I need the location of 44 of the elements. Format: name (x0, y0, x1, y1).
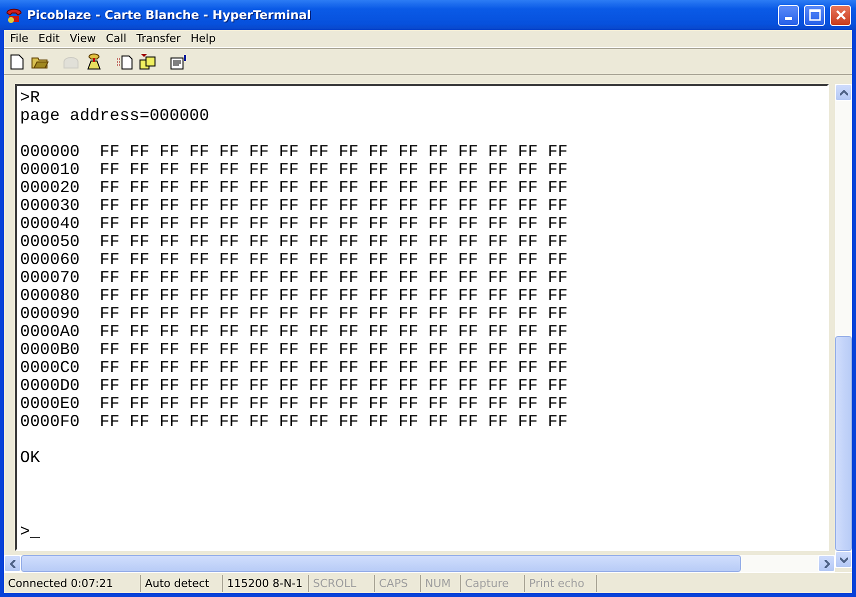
minimize-button[interactable] (778, 4, 799, 26)
terminal-line: page address=000000 (20, 107, 210, 125)
status-pane: 115200 8-N-1 (223, 574, 309, 592)
horizontal-scrollbar[interactable] (4, 555, 835, 572)
menu-item[interactable]: Help (186, 32, 221, 45)
menu-item[interactable]: Edit (33, 32, 65, 45)
terminal-line: 000030 FF FF FF FF FF FF FF FF FF FF FF FF FF FF FF FF (20, 197, 569, 215)
terminal-line: 0000B0 FF FF FF FF FF FF FF FF FF FF FF FF FF FF FF FF (20, 341, 569, 359)
terminal-line: 0000D0 FF FF FF FF FF FF FF FF FF FF FF FF FF FF FF FF (20, 377, 569, 395)
terminal-line: 000060 FF FF FF FF FF FF FF FF FF FF FF FF FF FF FF FF (20, 251, 569, 269)
window-title: Picoblaze - Carte Blanche - HyperTerminal (27, 8, 312, 22)
menu-item[interactable]: Call (100, 32, 132, 45)
terminal-line: 0000C0 FF FF FF FF FF FF FF FF FF FF FF FF FF FF FF FF (20, 359, 569, 377)
terminal-line: 0000F0 FF FF FF FF FF FF FF FF FF FF FF FF FF FF FF FF (20, 413, 569, 431)
menu-item[interactable]: File (5, 32, 34, 45)
terminal-line: 0000E0 FF FF FF FF FF FF FF FF FF FF FF FF FF FF FF FF (20, 395, 569, 413)
terminal-line: 000050 FF FF FF FF FF FF FF FF FF FF FF FF FF FF FF FF (20, 233, 569, 251)
terminal-line: 0000A0 FF FF FF FF FF FF FF FF FF FF FF FF FF FF FF FF (20, 323, 569, 341)
status-pane: NUM (421, 574, 461, 592)
terminal-line: 000070 FF FF FF FF FF FF FF FF FF FF FF FF FF FF FF FF (20, 269, 569, 287)
maximize-icon (808, 9, 820, 21)
status-pane: Print echo (525, 574, 597, 592)
vertical-scrollbar[interactable] (835, 84, 852, 568)
menu-item[interactable]: Transfer (131, 32, 186, 45)
terminal-line: 000090 FF FF FF FF FF FF FF FF FF FF FF FF FF FF FF FF (20, 305, 569, 323)
terminal-line: 000020 FF FF FF FF FF FF FF FF FF FF FF FF FF FF FF FF (20, 179, 569, 197)
receive-file-icon[interactable] (138, 52, 158, 72)
minimize-icon (785, 17, 792, 20)
close-icon (834, 9, 846, 21)
terminal-prompt: >_ (20, 523, 41, 541)
status-pane: Auto detect (141, 574, 223, 592)
status-pane: Connected 0:07:21 (4, 574, 141, 592)
terminal-line: 000080 FF FF FF FF FF FF FF FF FF FF FF FF FF FF FF FF (20, 287, 569, 305)
close-button[interactable] (830, 4, 851, 26)
terminal-line: 000000 FF FF FF FF FF FF FF FF FF FF FF FF FF FF FF FF (20, 143, 569, 161)
terminal-line: 000010 FF FF FF FF FF FF FF FF FF FF FF FF FF FF FF FF (20, 161, 569, 179)
status-pane: SCROLL (309, 574, 375, 592)
terminal-line: >R (20, 89, 41, 107)
maximize-button[interactable] (804, 4, 825, 26)
terminal-line: 000040 FF FF FF FF FF FF FF FF FF FF FF FF FF FF FF FF (20, 215, 569, 233)
status-pane: Capture (461, 574, 525, 592)
status-pane: CAPS (375, 574, 421, 592)
menu-item[interactable]: View (64, 32, 101, 45)
terminal-line: OK (20, 449, 41, 467)
